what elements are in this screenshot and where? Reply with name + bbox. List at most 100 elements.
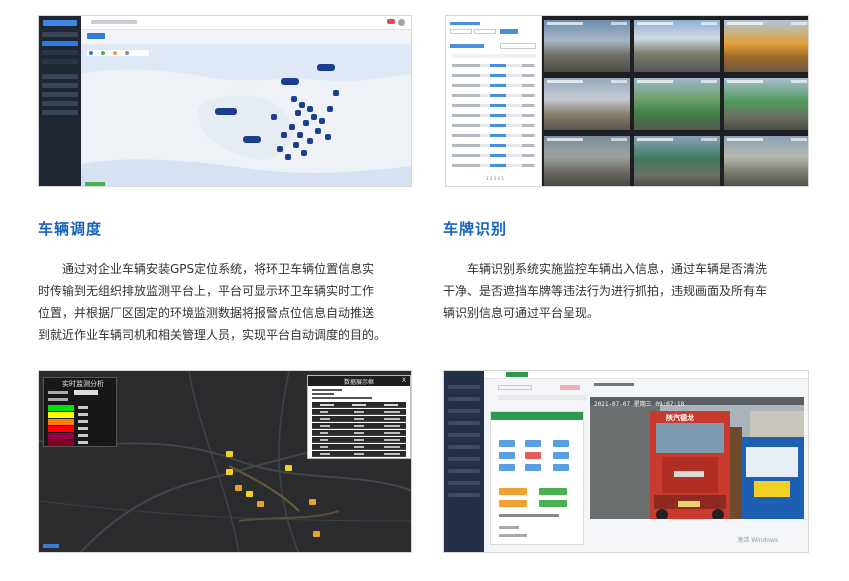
monitor-marker[interactable]: [285, 465, 292, 471]
camera-feed[interactable]: [634, 20, 720, 72]
dispatch-breadcrumb: [91, 20, 137, 24]
dispatch-sidebar: [39, 16, 81, 186]
dispatch-logo: [43, 20, 77, 26]
plate-table-row[interactable]: [452, 154, 536, 157]
camera-feed[interactable]: [634, 136, 720, 186]
capture-photo-graphic: [590, 397, 804, 519]
dispatch-nav-item[interactable]: [42, 32, 78, 37]
dispatch-nav-item[interactable]: [42, 101, 78, 106]
plate-table-row[interactable]: [452, 134, 536, 137]
avatar[interactable]: [398, 19, 405, 26]
plate-table-row[interactable]: [452, 144, 536, 147]
violation-nav-item[interactable]: [448, 457, 480, 461]
plate-search-button[interactable]: [500, 29, 518, 34]
plate-table-row[interactable]: [452, 84, 536, 87]
pagination[interactable]: 1 2 3 4 5: [486, 176, 504, 181]
dispatch-line: 时传输到无组织排放监测平台上，平台可显示环卫车辆实时工作: [38, 284, 375, 298]
dispatch-nav-item[interactable]: [42, 50, 78, 55]
close-icon[interactable]: X: [402, 377, 406, 384]
data-table-row: [312, 430, 406, 436]
plate-table-row[interactable]: [452, 124, 536, 127]
truck-brand: 陕汽德龙: [666, 414, 694, 422]
photo-timestamp: 2021-07-07 星期三 09:07:18: [594, 401, 685, 408]
camera-feed[interactable]: [724, 136, 808, 186]
violation-tab[interactable]: [506, 372, 528, 377]
data-table-row: [312, 416, 406, 422]
violation-nav-item[interactable]: [448, 433, 480, 437]
dispatch-nav-item[interactable]: [42, 92, 78, 97]
control-button[interactable]: [499, 440, 515, 447]
action-button[interactable]: [539, 500, 567, 507]
control-button[interactable]: [499, 452, 515, 459]
dispatch-line: 通过对企业车辆安装GPS定位系统，将环卫车辆位置信息实: [62, 262, 375, 276]
violation-tabs[interactable]: [498, 395, 586, 400]
plate-line: 干净、是否遮挡车牌等违法行为进行抓拍，违规画面及所有车: [443, 284, 768, 298]
monitor-marker[interactable]: [257, 501, 264, 507]
data-table-row: [312, 423, 406, 429]
control-button[interactable]: [553, 440, 569, 447]
violation-alert-button[interactable]: [560, 385, 580, 390]
plate-table-row[interactable]: [452, 64, 536, 67]
plate-table-row[interactable]: [452, 94, 536, 97]
plate-list-search[interactable]: [500, 43, 536, 49]
monitor-marker[interactable]: [309, 499, 316, 505]
camera-feed[interactable]: [544, 20, 630, 72]
control-button[interactable]: [525, 452, 541, 459]
violation-nav-item[interactable]: [448, 481, 480, 485]
monitor-marker[interactable]: [226, 451, 233, 457]
data-display-title: 数据展示框: [344, 379, 375, 386]
control-button[interactable]: [553, 452, 569, 459]
photo-caption: [594, 383, 634, 386]
camera-grid: [542, 16, 808, 186]
plate-table-row[interactable]: [452, 164, 536, 167]
camera-feed[interactable]: [544, 78, 630, 130]
dispatch-nav-item[interactable]: [42, 74, 78, 79]
violation-nav-item[interactable]: [448, 421, 480, 425]
plate-filter-input[interactable]: [474, 29, 496, 34]
control-button[interactable]: [499, 464, 515, 471]
legend-level: [48, 426, 74, 432]
legend-level: [48, 412, 74, 418]
violation-sidebar: [444, 371, 484, 552]
violation-nav-item[interactable]: [448, 397, 480, 401]
monitor-marker[interactable]: [313, 531, 320, 537]
dispatch-section-title: 车辆调度: [38, 220, 103, 238]
control-button[interactable]: [553, 464, 569, 471]
dispatch-nav-item[interactable]: [42, 110, 78, 115]
plate-filter-input[interactable]: [450, 29, 472, 34]
plate-table-row[interactable]: [452, 104, 536, 107]
dispatch-nav-item-active[interactable]: [42, 41, 78, 46]
bell-icon[interactable]: [387, 19, 395, 24]
capture-photo[interactable]: 2021-07-07 星期三 09:07:18 陕汽德龙: [590, 397, 804, 519]
monitor-marker[interactable]: [246, 491, 253, 497]
camera-feed[interactable]: [544, 136, 630, 186]
dispatch-map[interactable]: [81, 44, 411, 186]
violation-nav-item[interactable]: [448, 469, 480, 473]
violation-nav-item[interactable]: [448, 445, 480, 449]
dispatch-tab[interactable]: [87, 33, 105, 39]
camera-feed[interactable]: [724, 78, 808, 130]
violation-nav-item[interactable]: [448, 409, 480, 413]
action-button[interactable]: [499, 488, 527, 495]
page: 1 2 3 4 5 车辆调度 通过对企业车辆安装GPS定位系统，将环卫车辆位置信…: [0, 0, 849, 581]
violation-nav-item[interactable]: [448, 493, 480, 497]
camera-feed[interactable]: [634, 78, 720, 130]
action-button[interactable]: [539, 488, 567, 495]
camera-feed[interactable]: [724, 20, 808, 72]
violation-nav-item[interactable]: [448, 385, 480, 389]
monitor-marker[interactable]: [235, 485, 242, 491]
plate-table-row[interactable]: [452, 74, 536, 77]
action-button[interactable]: [499, 500, 527, 507]
dispatch-nav-item[interactable]: [42, 59, 78, 64]
dispatch-nav-item[interactable]: [42, 83, 78, 88]
control-button[interactable]: [525, 440, 541, 447]
monitor-marker[interactable]: [226, 469, 233, 475]
dispatch-map-screenshot: [38, 15, 412, 187]
violation-select[interactable]: [498, 385, 532, 390]
plate-table-row[interactable]: [452, 114, 536, 117]
control-card: [490, 411, 584, 545]
env-map-screenshot: 实时监测分析 数据展示框 X: [38, 370, 412, 553]
control-button[interactable]: [525, 464, 541, 471]
data-table-row: [312, 444, 406, 450]
plate-line: 辆识别信息可通过平台呈现。: [443, 306, 600, 320]
